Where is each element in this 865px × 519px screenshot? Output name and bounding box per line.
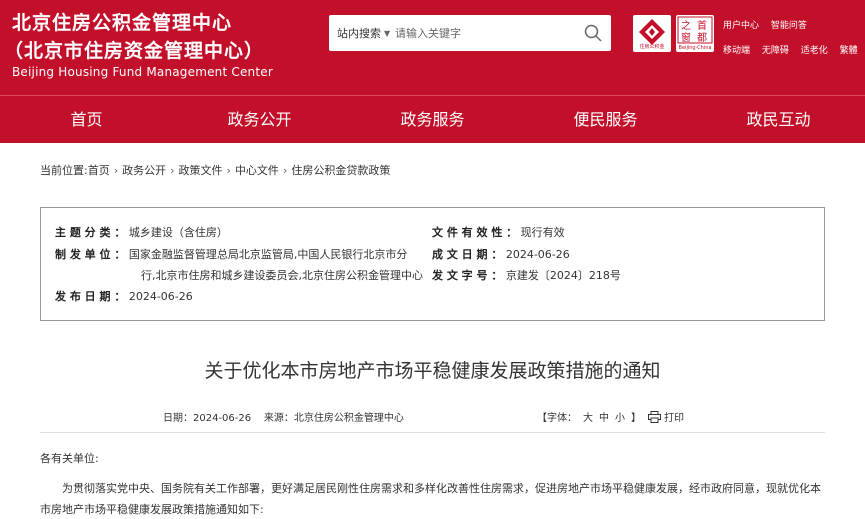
breadcrumb-item[interactable]: 政务公开 xyxy=(122,164,166,177)
logo-char: 首 xyxy=(697,19,707,32)
nav-item-gov-services[interactable]: 政务服务 xyxy=(346,96,519,143)
search-input[interactable] xyxy=(395,23,575,43)
chevron-right-icon: › xyxy=(226,164,231,177)
chevron-down-icon: ▼ xyxy=(384,28,391,38)
breadcrumb: 当前位置:首页 › 政务公开 › 政策文件 › 中心文件 › 住房公积金贷款政策 xyxy=(40,162,390,178)
date-value: 2024-06-26 xyxy=(193,413,252,424)
meta-doc-number: 发 文 字 号 ： 京建发〔2024〕218号 xyxy=(432,269,621,282)
font-medium-button[interactable]: 中 xyxy=(599,413,609,424)
housing-fund-logo-icon xyxy=(639,19,665,45)
capital-window-logo-icon: 之 首 窗 都 xyxy=(677,16,713,44)
top-links: 用户中心 智能问答 xyxy=(723,18,816,31)
font-bracket: 】 xyxy=(631,413,641,424)
breadcrumb-prefix: 当前位置: xyxy=(40,164,88,177)
search-scope-select[interactable]: 站内搜索 ▼ xyxy=(337,25,390,41)
font-size-control: 【字体： 大中小】 xyxy=(537,409,647,424)
breadcrumb-item[interactable]: 中心文件 xyxy=(235,164,279,177)
breadcrumb-item[interactable]: 首页 xyxy=(88,164,110,177)
font-label: 【字体： xyxy=(537,413,577,424)
logo-char: 窗 xyxy=(681,31,691,44)
site-header: 北京住房公积金管理中心 （北京市住房资金管理中心） Beijing Housin… xyxy=(0,0,865,95)
meta-issuer-cont: 行,北京市住房和城乡建设委员会,北京住房公积金管理中心 xyxy=(141,269,423,282)
accessibility-link[interactable]: 无障碍 xyxy=(762,46,789,56)
site-subtitle[interactable]: （北京市住房资金管理中心） xyxy=(4,36,264,63)
nav-item-interaction[interactable]: 政民互动 xyxy=(692,96,865,143)
meta-category: 主 题 分 类 ： 城乡建设（含住房） xyxy=(55,226,228,239)
user-center-link[interactable]: 用户中心 xyxy=(723,21,759,31)
body-paragraph: 为贯彻落实党中央、国务院有关工作部署，更好满足居民刚性住房需求和多样化改善性住房… xyxy=(40,482,821,516)
meta-written-date: 成 文 日 期 ： 2024-06-26 xyxy=(432,248,570,261)
site-title-english: Beijing Housing Fund Management Center xyxy=(12,65,273,79)
font-small-button[interactable]: 小 xyxy=(615,413,625,424)
meta-issuer: 制 发 单 位 ： 国家金融监督管理总局北京监管局,中国人民银行北京市分 xyxy=(55,248,408,261)
traditional-chinese-link[interactable]: 繁體 xyxy=(840,46,858,56)
meta-validity: 文 件 有 效 性 ： 现行有效 xyxy=(432,226,565,239)
meta-published-date: 发 布 日 期 ： 2024-06-26 xyxy=(55,290,193,303)
printer-icon xyxy=(648,410,661,423)
divider xyxy=(40,432,825,433)
salutation: 各有关单位: xyxy=(40,452,99,465)
nav-item-public-services[interactable]: 便民服务 xyxy=(519,96,692,143)
print-button[interactable]: 打印 xyxy=(648,409,684,424)
page-title: 关于优化本市房地产市场平稳健康发展政策措施的通知 xyxy=(204,360,661,382)
font-large-button[interactable]: 大 xyxy=(583,413,593,424)
chevron-right-icon: › xyxy=(113,164,119,177)
source-value: 北京住房公积金管理中心 xyxy=(293,413,404,424)
breadcrumb-item[interactable]: 住房公积金贷款政策 xyxy=(291,164,390,177)
capital-window-logo[interactable]: 之 首 窗 都 Beijing·China xyxy=(676,15,714,52)
chevron-right-icon: › xyxy=(282,164,288,177)
source-label: 来源： xyxy=(263,413,294,424)
breadcrumb-item[interactable]: 政策文件 xyxy=(179,164,223,177)
date-label: 日期： xyxy=(163,413,193,424)
smart-qa-link[interactable]: 智能问答 xyxy=(771,21,807,31)
mobile-link[interactable]: 移动端 xyxy=(723,46,750,56)
top-links-secondary: 移动端 无障碍 适老化 繁體 xyxy=(723,43,865,56)
chevron-right-icon: › xyxy=(170,164,175,177)
nav-item-home[interactable]: 首页 xyxy=(0,96,173,143)
search-icon[interactable] xyxy=(583,23,603,43)
search-box: 站内搜索 ▼ xyxy=(329,15,611,51)
nav-item-gov-affairs[interactable]: 政务公开 xyxy=(173,96,346,143)
main-nav: 首页 政务公开 政务服务 便民服务 政民互动 xyxy=(0,95,865,143)
elder-mode-link[interactable]: 适老化 xyxy=(801,46,828,56)
site-title[interactable]: 北京住房公积金管理中心 xyxy=(12,8,232,35)
logo-char: 之 xyxy=(681,19,691,32)
logo-char: 都 xyxy=(697,32,707,44)
doc-info: 日期：2024-06-26 来源：北京住房公积金管理中心 xyxy=(163,409,404,424)
housing-fund-logo[interactable]: 住房公积金 xyxy=(633,15,671,52)
document-metadata: 主 题 分 类 ： 城乡建设（含住房） 文 件 有 效 性 ： 现行有效 制 发… xyxy=(40,207,825,321)
